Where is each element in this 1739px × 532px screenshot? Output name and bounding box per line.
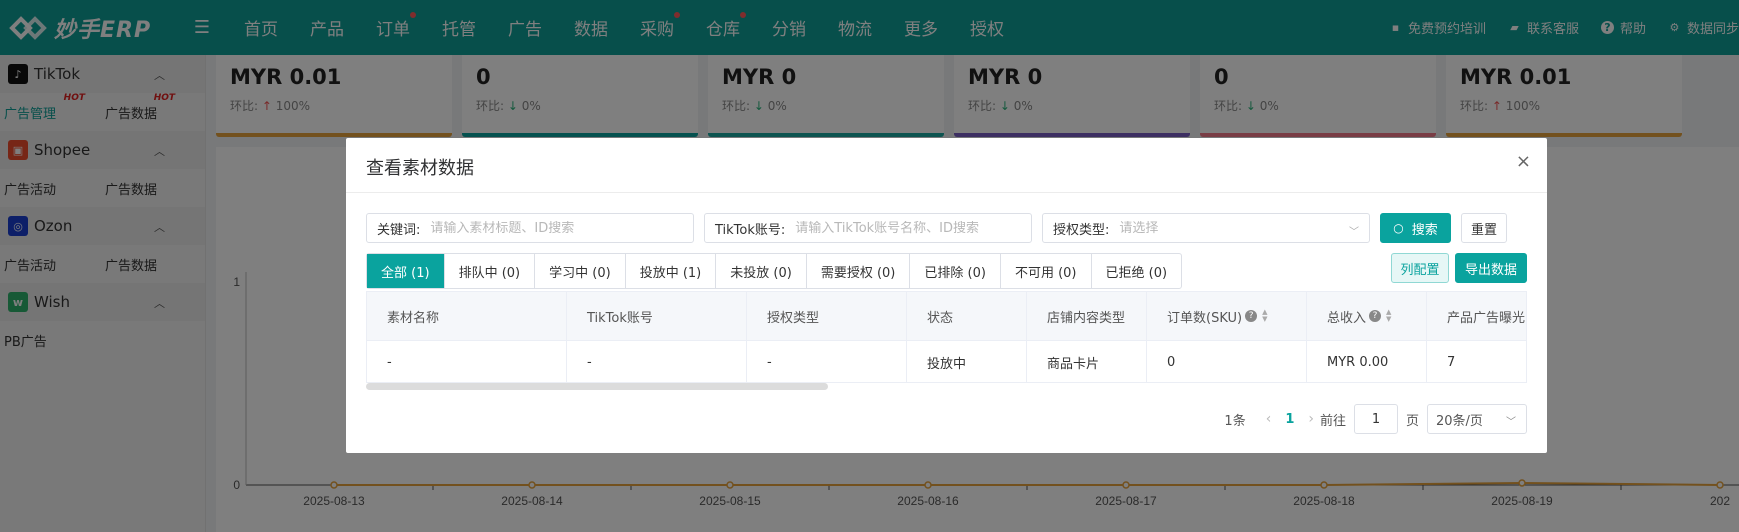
table-body: - - - 投放中 商品卡片 0 MYR 0.00 7 xyxy=(367,340,1526,382)
next-page-icon[interactable]: › xyxy=(1308,411,1314,427)
chevron-down-icon: ﹀ xyxy=(1506,417,1516,428)
column-header-6[interactable]: 总收入? ▲ ▼ xyxy=(1307,292,1427,340)
table-actions: 列配置 导出数据 xyxy=(1391,253,1527,283)
keyword-input[interactable] xyxy=(430,220,683,236)
table-cell: MYR 0.00 xyxy=(1307,341,1427,382)
column-config-button[interactable]: 列配置 xyxy=(1391,253,1449,283)
column-header-5[interactable]: 订单数(SKU)? ▲ ▼ xyxy=(1147,292,1307,340)
chevron-down-icon: ﹀ xyxy=(1349,227,1359,238)
status-tab-6[interactable]: 已排除 (0) xyxy=(910,254,1001,288)
account-label: TikTok账号: xyxy=(715,222,786,238)
table-cell: 商品卡片 xyxy=(1027,341,1147,382)
table-cell: - xyxy=(567,341,747,382)
status-tab-1[interactable]: 排队中 (0) xyxy=(445,254,536,288)
pagination: 1条 ‹ 1 › 前往 页 20条/页 ﹀ xyxy=(1224,404,1527,434)
status-tab-0[interactable]: 全部 (1) xyxy=(367,254,445,288)
column-header-2: 授权类型 xyxy=(747,292,907,340)
column-header-label: 素材名称 xyxy=(387,310,440,326)
account-field: TikTok账号: xyxy=(704,213,1032,243)
table-cell: 0 xyxy=(1147,341,1307,382)
pagination-total: 1条 xyxy=(1224,413,1246,429)
keyword-label: 关键词: xyxy=(377,222,421,238)
status-tab-5[interactable]: 需要授权 (0) xyxy=(807,254,911,288)
column-header-label: 状态 xyxy=(927,310,954,326)
goto-page-input[interactable] xyxy=(1353,404,1398,434)
close-icon[interactable]: × xyxy=(1516,151,1531,172)
column-header-3: 状态 xyxy=(907,292,1027,340)
auth-type-select[interactable]: 授权类型: ﹀ xyxy=(1042,213,1370,243)
filter-bar: 关键词: TikTok账号: 授权类型: ﹀ ○ 搜索 重置 xyxy=(366,213,1507,243)
reset-button[interactable]: 重置 xyxy=(1461,213,1507,243)
status-tab-8[interactable]: 已拒绝 (0) xyxy=(1092,254,1182,288)
auth-type-input[interactable] xyxy=(1119,220,1359,236)
column-header-0: 素材名称 xyxy=(367,292,567,340)
horizontal-scrollbar[interactable] xyxy=(366,383,828,390)
goto-label: 前往 xyxy=(1319,413,1346,429)
column-header-7: 产品广告曝光 xyxy=(1427,292,1526,340)
column-header-label: 授权类型 xyxy=(767,310,820,326)
search-icon: ○ xyxy=(1393,221,1404,235)
dialog-divider xyxy=(346,192,1547,193)
column-header-4: 店铺内容类型 xyxy=(1027,292,1147,340)
dialog-title: 查看素材数据 xyxy=(366,158,474,179)
table-cell: - xyxy=(367,341,567,382)
page-size-value: 20条/页 xyxy=(1436,413,1483,429)
column-header-label: TikTok账号 xyxy=(587,310,653,326)
keyword-field: 关键词: xyxy=(366,213,694,243)
prev-page-icon[interactable]: ‹ xyxy=(1266,411,1272,427)
table-header: 素材名称 TikTok账号 授权类型 状态 店铺内容类型 订单数(SKU)? ▲ ▼ 总收入? ▲… xyxy=(367,292,1526,340)
table-cell: 投放中 xyxy=(907,341,1027,382)
sort-icon[interactable]: ▲ ▼ xyxy=(1262,309,1267,323)
column-header-label: 总收入 xyxy=(1327,310,1367,326)
search-button[interactable]: ○ 搜索 xyxy=(1380,213,1451,243)
material-table: 素材名称 TikTok账号 授权类型 状态 店铺内容类型 订单数(SKU)? ▲ ▼ 总收入? ▲… xyxy=(366,291,1527,383)
material-data-dialog: 查看素材数据 × 关键词: TikTok账号: 授权类型: ﹀ ○ 搜索 重置 … xyxy=(346,138,1547,453)
auth-type-label: 授权类型: xyxy=(1053,222,1110,238)
table-cell: 7 xyxy=(1447,354,1456,370)
column-header-label: 店铺内容类型 xyxy=(1047,310,1126,326)
page-number[interactable]: 1 xyxy=(1285,412,1294,427)
help-icon[interactable]: ? xyxy=(1245,310,1258,322)
status-tab-2[interactable]: 学习中 (0) xyxy=(535,254,626,288)
column-header-1: TikTok账号 xyxy=(567,292,747,340)
account-input[interactable] xyxy=(795,220,1021,236)
column-header-label: 产品广告曝光 xyxy=(1447,310,1526,326)
status-tab-7[interactable]: 不可用 (0) xyxy=(1001,254,1092,288)
status-tabs: 全部 (1) 排队中 (0) 学习中 (0) 投放中 (1) 未投放 (0) 需要授权 (… xyxy=(366,253,1183,289)
page-unit-label: 页 xyxy=(1405,413,1419,429)
status-tab-3[interactable]: 投放中 (1) xyxy=(626,254,717,288)
export-button[interactable]: 导出数据 xyxy=(1455,253,1527,283)
table-cell: - xyxy=(747,341,907,382)
table-row: - - - 投放中 商品卡片 0 MYR 0.00 7 xyxy=(367,340,1526,382)
help-icon[interactable]: ? xyxy=(1369,310,1382,322)
column-header-label: 订单数(SKU) xyxy=(1167,310,1243,326)
page-size-select[interactable]: 20条/页 ﹀ xyxy=(1427,404,1527,434)
sort-icon[interactable]: ▲ ▼ xyxy=(1386,309,1391,323)
status-tab-4[interactable]: 未投放 (0) xyxy=(716,254,807,288)
